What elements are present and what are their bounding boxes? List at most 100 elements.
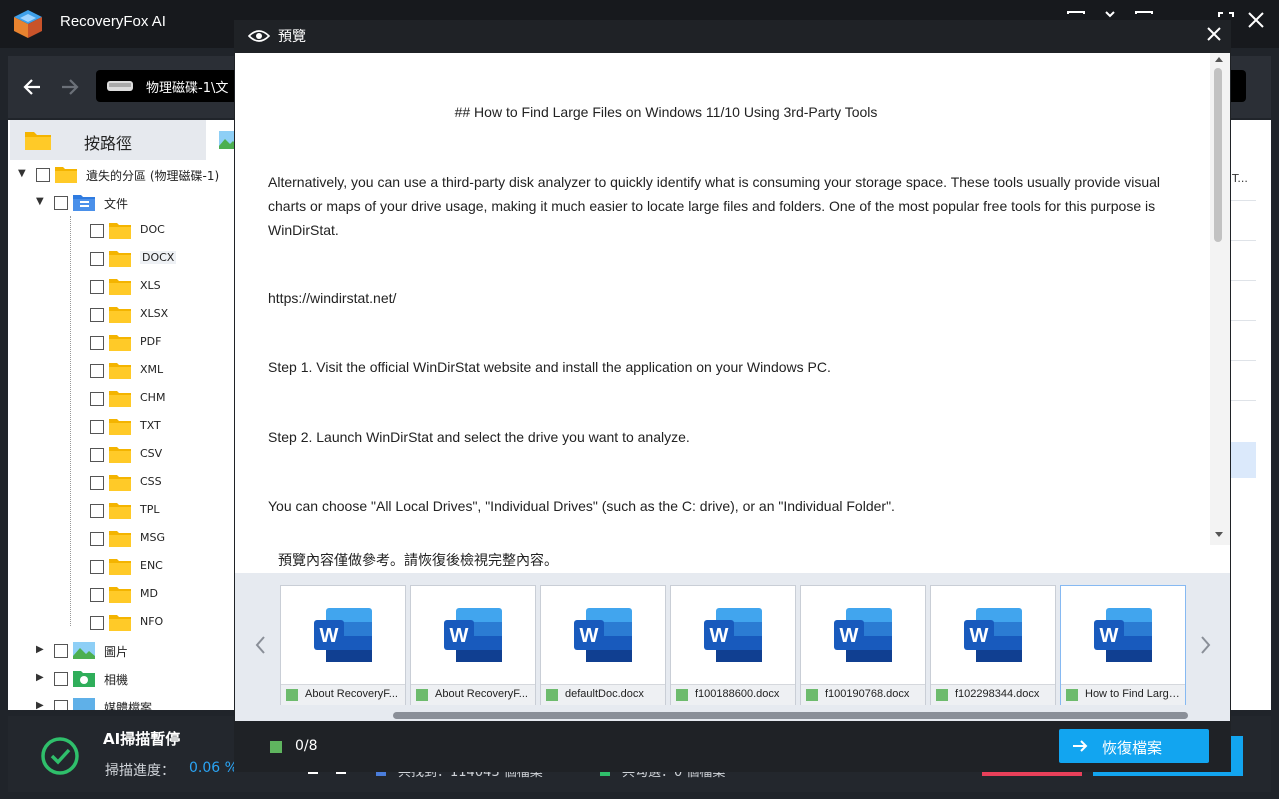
tree-checkbox[interactable] xyxy=(90,476,104,490)
forward-arrow-icon[interactable] xyxy=(56,74,82,100)
tree-item[interactable]: NFO xyxy=(8,611,236,635)
recoverable-status-icon xyxy=(806,689,818,701)
thumbnail-filename: defaultDoc.docx xyxy=(565,688,644,700)
tree-checkbox[interactable] xyxy=(54,672,68,686)
tree-checkbox[interactable] xyxy=(90,224,104,238)
thumbnail-caption: How to Find Large... xyxy=(1061,684,1185,705)
tree-item[interactable]: PDF xyxy=(8,331,236,355)
thumbnail-next-icon[interactable] xyxy=(1195,635,1215,659)
tree-item-label: MD xyxy=(140,587,158,600)
tree-item[interactable]: DOC xyxy=(8,219,236,243)
folder-icon xyxy=(108,528,132,548)
tree-item-label: MSG xyxy=(140,531,165,544)
tree-checkbox[interactable] xyxy=(90,560,104,574)
tree-item[interactable]: ▼ 文件 xyxy=(8,191,236,215)
file-list-partial: T... xyxy=(1230,120,1271,710)
pictures-folder-icon xyxy=(72,640,96,660)
preview-title: 預覽 xyxy=(278,29,306,45)
doc-paragraph: You can choose "All Local Drives", "Indi… xyxy=(268,498,895,514)
tree-item[interactable]: ▶ 圖片 xyxy=(8,639,236,663)
tree-item[interactable]: MD xyxy=(8,583,236,607)
tree-checkbox[interactable] xyxy=(90,336,104,350)
tree-item-label: 圖片 xyxy=(104,645,129,659)
recover-files-button[interactable]: 恢復檔案 xyxy=(1059,729,1209,763)
collapsed-arrow-icon[interactable]: ▶ xyxy=(36,700,44,710)
thumbnail-card[interactable]: W How to Find Large... xyxy=(1060,585,1186,705)
expanded-arrow-icon[interactable]: ▼ xyxy=(18,168,26,179)
tree-item[interactable]: ▼ 遺失的分區 (物理磁碟-1) xyxy=(8,163,236,187)
tree-item-label: ENC xyxy=(140,559,163,572)
tree-item[interactable]: ENC xyxy=(8,555,236,579)
thumbnail-card[interactable]: Wf100190768.docx xyxy=(800,585,926,705)
thumbnail-caption: f100190768.docx xyxy=(801,684,925,705)
scan-complete-check-icon xyxy=(41,737,79,775)
tree-checkbox[interactable] xyxy=(54,196,68,210)
thumbnail-card[interactable]: WdefaultDoc.docx xyxy=(540,585,666,705)
folder-icon xyxy=(108,248,132,268)
tree-checkbox[interactable] xyxy=(36,168,50,182)
tree-item-label: CSV xyxy=(140,447,163,460)
tree-checkbox[interactable] xyxy=(90,280,104,294)
tree-checkbox[interactable] xyxy=(90,252,104,266)
tree-item-label: XML xyxy=(140,363,164,376)
tab-by-type[interactable] xyxy=(206,120,236,160)
preview-vertical-scrollbar[interactable] xyxy=(1210,53,1230,545)
thumbnail-card[interactable]: W About RecoveryF... xyxy=(280,585,406,705)
expanded-arrow-icon[interactable]: ▼ xyxy=(36,196,44,207)
collapsed-arrow-icon[interactable]: ▶ xyxy=(36,672,44,683)
tree-item[interactable]: TPL xyxy=(8,499,236,523)
thumbnail-filename: How to Find Large... xyxy=(1085,688,1181,700)
svg-text:W: W xyxy=(450,625,469,647)
thumbnail-horizontal-scrollbar[interactable] xyxy=(393,712,1188,719)
tree-item[interactable]: DOCX xyxy=(8,247,236,271)
tree-item[interactable]: XML xyxy=(8,359,236,383)
recoverable-status-icon xyxy=(286,689,298,701)
tree-item-label: 遺失的分區 (物理磁碟-1) xyxy=(86,169,220,183)
thumbnail-card[interactable]: Wf102298344.docx xyxy=(930,585,1056,705)
folder-icon xyxy=(108,276,132,296)
back-arrow-icon[interactable] xyxy=(20,74,46,100)
tree-item[interactable]: CSS xyxy=(8,471,236,495)
tree-item[interactable]: XLSX xyxy=(8,303,236,327)
tree-item[interactable]: CSV xyxy=(8,443,236,467)
eye-icon xyxy=(248,30,270,42)
scroll-down-icon[interactable] xyxy=(1214,531,1224,539)
tree-item[interactable]: ▶ 媒體檔案 xyxy=(8,695,236,710)
collapsed-arrow-icon[interactable]: ▶ xyxy=(36,644,44,655)
thumbnail-card[interactable]: Wf100188600.docx xyxy=(670,585,796,705)
path-text: 物理磁碟-1\文 xyxy=(146,81,229,96)
tree-checkbox[interactable] xyxy=(90,588,104,602)
tree-checkbox[interactable] xyxy=(90,392,104,406)
thumbnail-caption: f100188600.docx xyxy=(671,684,795,705)
tree-checkbox[interactable] xyxy=(54,644,68,658)
tree-checkbox[interactable] xyxy=(90,504,104,518)
tree-checkbox[interactable] xyxy=(90,448,104,462)
tree-item[interactable]: TXT xyxy=(8,415,236,439)
tree-checkbox[interactable] xyxy=(90,616,104,630)
tree-item[interactable]: MSG xyxy=(8,527,236,551)
folder-icon xyxy=(108,444,132,464)
tree-checkbox[interactable] xyxy=(90,532,104,546)
scroll-up-icon[interactable] xyxy=(1214,55,1224,63)
tree-item-label: CSS xyxy=(140,475,162,488)
tree-item-label: CHM xyxy=(140,391,166,404)
tree-checkbox[interactable] xyxy=(54,700,68,710)
arrow-right-icon xyxy=(1073,740,1088,752)
word-document-icon: W xyxy=(574,608,632,662)
word-document-icon: W xyxy=(964,608,1022,662)
thumbnail-card[interactable]: W About RecoveryF... xyxy=(410,585,536,705)
tree-item[interactable]: ▶ 相機 xyxy=(8,667,236,691)
preview-close-icon[interactable] xyxy=(1202,24,1226,48)
close-icon[interactable] xyxy=(1244,8,1268,32)
tree-checkbox[interactable] xyxy=(90,308,104,322)
selected-file-row[interactable] xyxy=(1230,442,1256,478)
doc-paragraph: https://windirstat.net/ xyxy=(268,290,397,306)
thumbnail-prev-icon[interactable] xyxy=(251,635,271,659)
tab-by-path[interactable]: 按路徑 xyxy=(10,120,206,160)
tree-item-label: XLSX xyxy=(140,307,169,320)
tree-item[interactable]: XLS xyxy=(8,275,236,299)
tree-item[interactable]: CHM xyxy=(8,387,236,411)
tree-checkbox[interactable] xyxy=(90,364,104,378)
scrollbar-thumb[interactable] xyxy=(1214,68,1222,242)
tree-checkbox[interactable] xyxy=(90,420,104,434)
